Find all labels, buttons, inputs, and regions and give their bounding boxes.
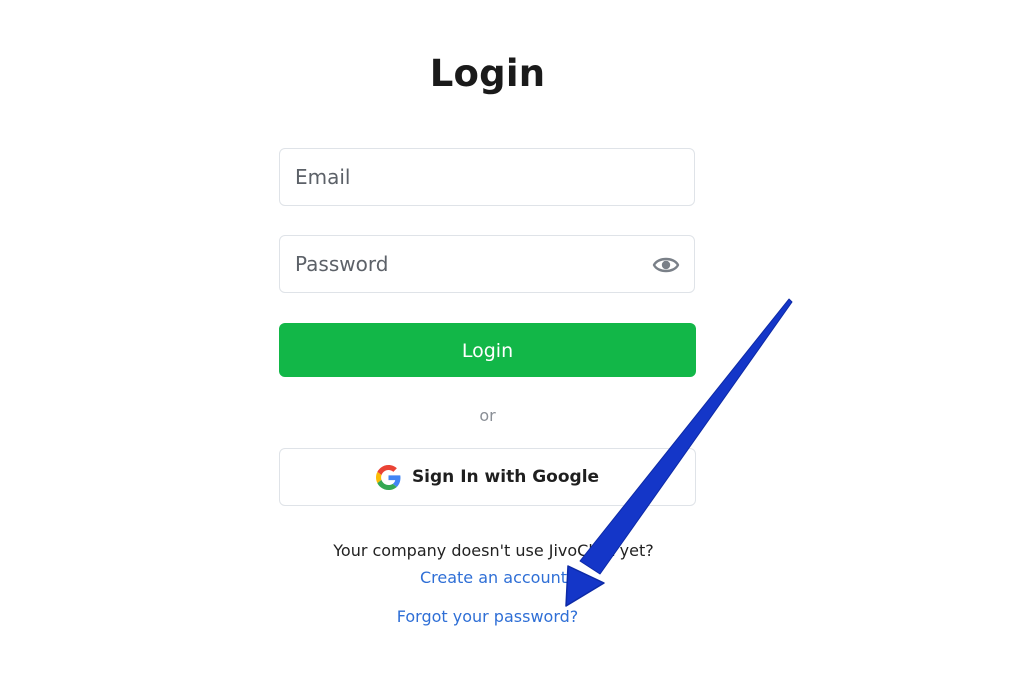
password-field-container [279, 235, 695, 293]
create-account-link[interactable]: Create an account [0, 568, 987, 587]
or-divider: or [479, 406, 496, 425]
login-button[interactable]: Login [279, 323, 696, 377]
email-field-container [279, 148, 695, 206]
google-signin-label: Sign In with Google [411, 467, 600, 487]
google-signin-button[interactable]: Sign In with Google [279, 448, 696, 506]
forgot-password-link[interactable]: Forgot your password? [0, 607, 975, 626]
email-input[interactable] [295, 149, 635, 205]
page-title: Login [429, 52, 546, 95]
eye-icon[interactable] [652, 252, 680, 278]
company-prompt-text: Your company doesn't use JivoChat yet? [333, 541, 654, 560]
password-input[interactable] [295, 236, 635, 292]
google-icon [375, 464, 401, 490]
